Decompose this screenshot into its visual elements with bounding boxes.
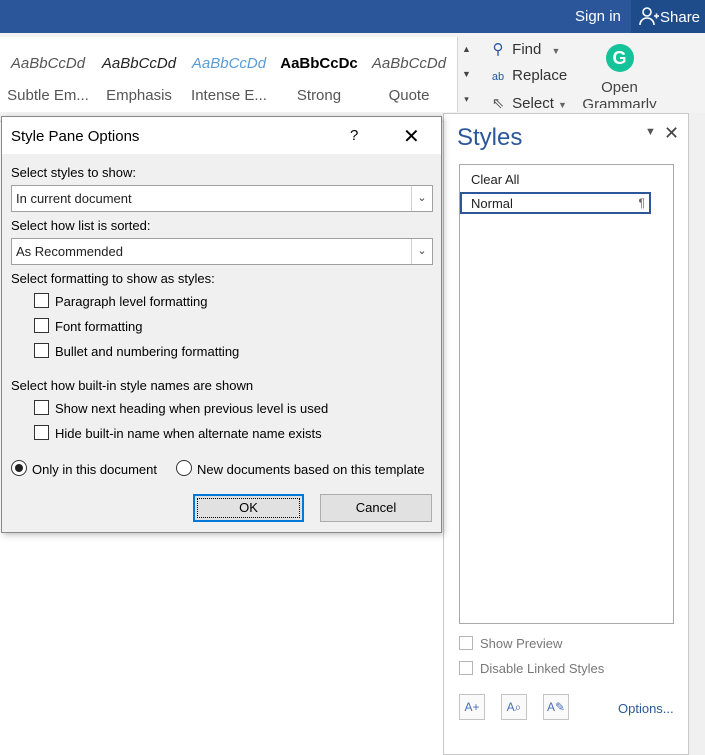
- style-inspector-icon[interactable]: A⌕: [501, 694, 527, 720]
- hide-builtin-name-label: Hide built-in name when alternate name e…: [55, 426, 322, 441]
- options-link[interactable]: Options...: [618, 701, 674, 716]
- find-button[interactable]: ⚲ Find ▼: [488, 40, 561, 58]
- style-tile-strong[interactable]: AaBbCcDc Strong: [274, 37, 364, 104]
- style-item-normal[interactable]: Normal ¶: [460, 192, 651, 214]
- bullet-formatting-checkbox[interactable]: [34, 343, 49, 358]
- replace-button[interactable]: ab Replace: [488, 67, 567, 84]
- only-this-document-radio[interactable]: [11, 460, 27, 476]
- style-preview: AaBbCcDd: [10, 55, 86, 72]
- dialog-title: Style Pane Options: [11, 128, 140, 145]
- cancel-button[interactable]: Cancel: [320, 494, 432, 522]
- focus-rect: [197, 498, 300, 518]
- pane-options-dropdown-icon[interactable]: ▼: [645, 126, 656, 138]
- styles-list: [459, 164, 674, 624]
- chevron-down-icon: ▼: [551, 46, 561, 56]
- style-name: Emphasis: [106, 87, 172, 104]
- style-tile-emphasis[interactable]: AaBbCcDd Emphasis: [94, 37, 184, 104]
- disable-linked-styles-label: Disable Linked Styles: [480, 661, 605, 676]
- cancel-label: Cancel: [355, 500, 397, 515]
- style-preview: AaBbCcDd: [371, 55, 447, 72]
- style-item-label: Normal: [471, 196, 513, 211]
- style-tile-quote[interactable]: AaBbCcDd Quote: [364, 37, 454, 104]
- replace-icon: ab: [491, 71, 505, 83]
- sort-value: As Recommended: [16, 244, 123, 259]
- font-formatting-checkbox[interactable]: [34, 318, 49, 333]
- show-preview-checkbox[interactable]: [459, 636, 473, 650]
- only-this-document-label: Only in this document: [32, 462, 158, 477]
- show-preview-label: Show Preview: [480, 636, 563, 651]
- select-label: Select: [512, 95, 554, 112]
- style-tile-subtle-emphasis[interactable]: AaBbCcDd Subtle Em...: [3, 37, 93, 104]
- style-name: Strong: [296, 87, 342, 104]
- sort-label: Select how list is sorted:: [11, 218, 151, 233]
- vertical-scrollbar[interactable]: [689, 113, 705, 755]
- new-documents-label: New documents based on this template: [197, 462, 425, 477]
- select-styles-value: In current document: [16, 191, 132, 206]
- ok-button[interactable]: OK: [193, 494, 304, 522]
- bullet-formatting-label: Bullet and numbering formatting: [55, 344, 240, 359]
- close-icon[interactable]: ✕: [403, 124, 420, 149]
- style-item-clear-all[interactable]: Clear All: [471, 172, 519, 187]
- search-icon: ⚲: [492, 41, 504, 58]
- builtin-names-label: Select how built-in style names are show…: [11, 378, 254, 393]
- select-styles-dropdown[interactable]: In current document ⌄: [11, 185, 433, 212]
- help-button[interactable]: ?: [350, 127, 358, 144]
- chevron-down-icon: ▼: [558, 100, 567, 110]
- grammarly-label-1: Open: [601, 79, 638, 96]
- sort-dropdown[interactable]: As Recommended ⌄: [11, 238, 433, 265]
- paragraph-formatting-checkbox[interactable]: [34, 293, 49, 308]
- sign-in-link[interactable]: Sign in: [575, 8, 621, 25]
- style-name: Subtle Em...: [7, 87, 89, 104]
- styles-gallery: AaBbCcDd Subtle Em... AaBbCcDd Emphasis …: [0, 37, 457, 112]
- gallery-down-arrow-icon[interactable]: ▼: [458, 62, 475, 87]
- new-style-icon[interactable]: A+: [459, 694, 485, 720]
- gallery-more-icon[interactable]: ▾: [458, 87, 475, 112]
- new-documents-radio[interactable]: [176, 460, 192, 476]
- chevron-down-icon: ⌄: [411, 186, 432, 211]
- share-button[interactable]: Share: [631, 0, 705, 33]
- cursor-arrow-icon: ⇖: [491, 95, 505, 112]
- show-next-heading-label: Show next heading when previous level is…: [55, 401, 329, 416]
- disable-linked-styles-checkbox[interactable]: [459, 661, 473, 675]
- paragraph-mark-icon: ¶: [638, 196, 645, 210]
- formatting-label: Select formatting to show as styles:: [11, 271, 215, 286]
- person-add-icon: [639, 6, 659, 30]
- style-tile-intense-emphasis[interactable]: AaBbCcDd Intense E...: [184, 37, 274, 104]
- gallery-scroll: ▲ ▼ ▾: [457, 37, 475, 112]
- pane-close-icon[interactable]: ✕: [664, 123, 679, 144]
- style-preview: AaBbCcDd: [191, 55, 267, 72]
- replace-label: Replace: [512, 67, 568, 84]
- select-styles-label: Select styles to show:: [11, 165, 136, 180]
- chevron-down-icon: ⌄: [411, 239, 432, 264]
- manage-styles-icon[interactable]: A✎: [543, 694, 569, 720]
- grammarly-icon: G: [605, 44, 634, 72]
- find-label: Find: [512, 41, 542, 58]
- style-name: Intense E...: [191, 87, 267, 104]
- open-grammarly-button[interactable]: G Open Grammarly: [582, 40, 657, 108]
- gallery-up-arrow-icon[interactable]: ▲: [458, 37, 475, 62]
- font-formatting-label: Font formatting: [55, 319, 143, 334]
- styles-pane-title: Styles: [457, 124, 523, 151]
- paragraph-formatting-label: Paragraph level formatting: [55, 294, 208, 309]
- share-label: Share: [660, 9, 701, 26]
- hide-builtin-name-checkbox[interactable]: [34, 425, 49, 440]
- select-button[interactable]: ⇖ Select ▼: [488, 94, 567, 112]
- grammarly-label-2: Grammarly: [582, 96, 657, 108]
- show-next-heading-checkbox[interactable]: [34, 400, 49, 415]
- style-name: Quote: [388, 87, 430, 104]
- style-preview: AaBbCcDd: [101, 55, 177, 72]
- radio-selected-dot: [15, 464, 23, 472]
- style-preview: AaBbCcDc: [280, 55, 358, 72]
